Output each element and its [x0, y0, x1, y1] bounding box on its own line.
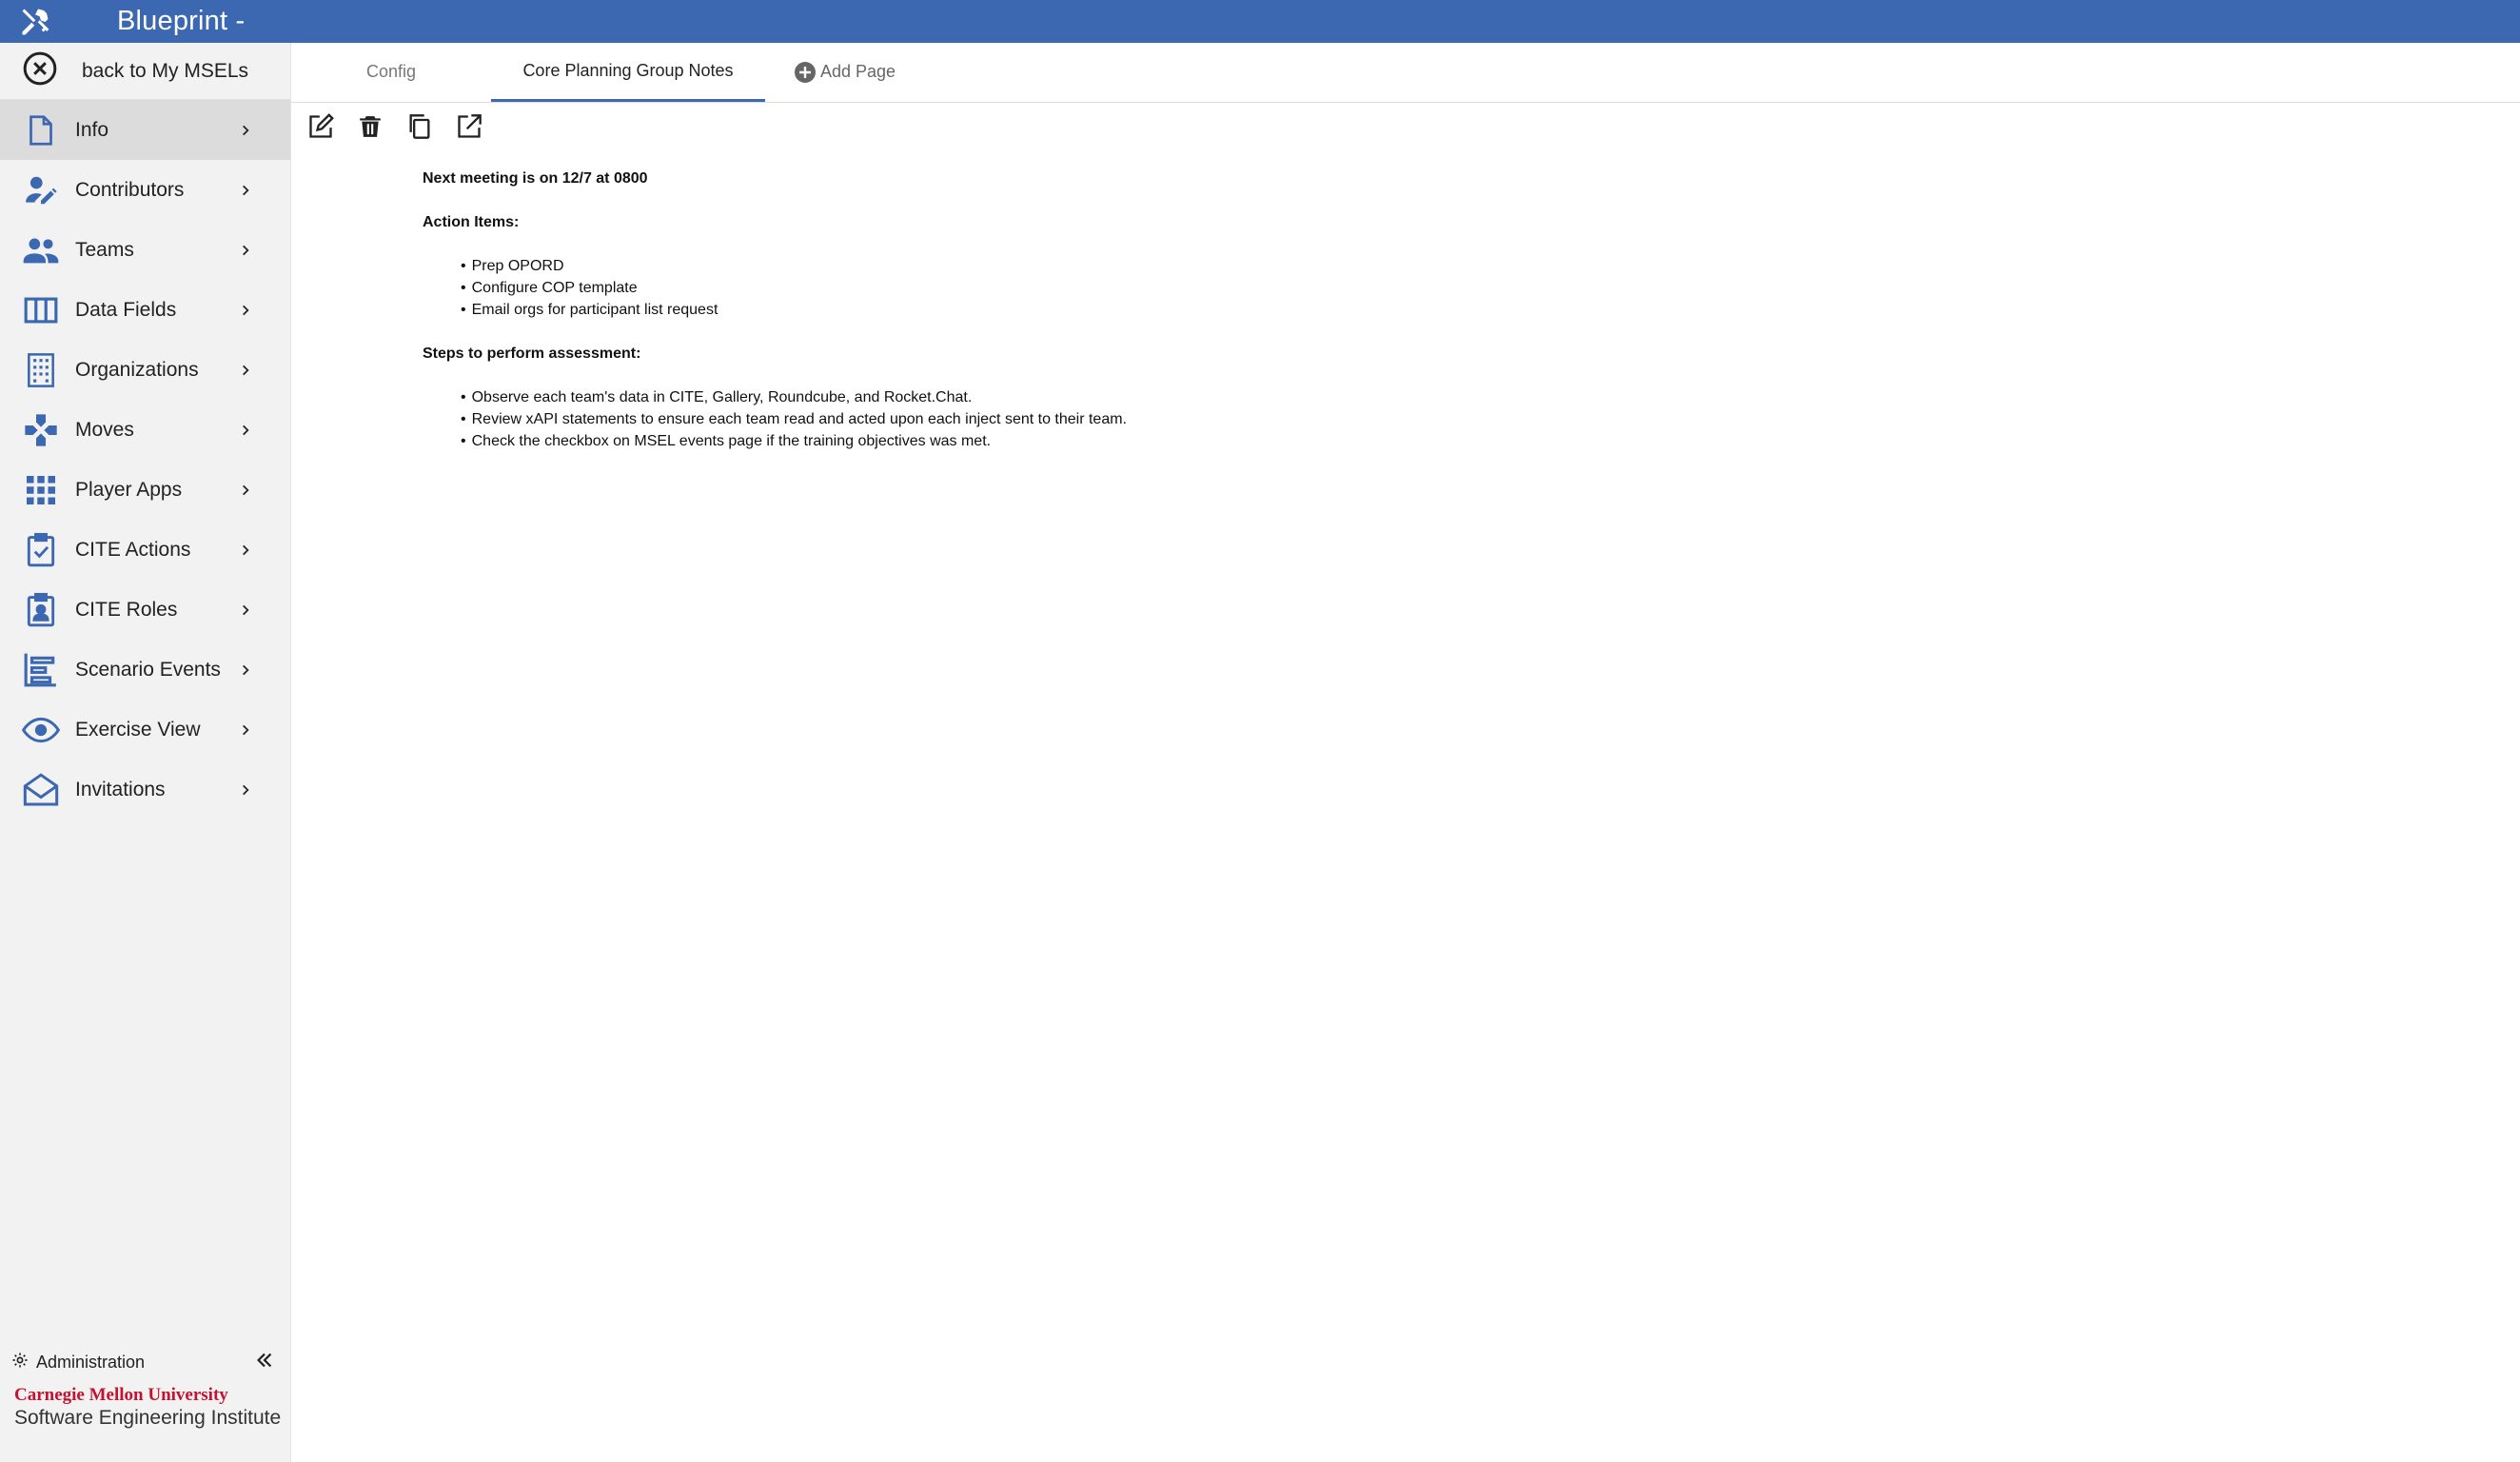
sidebar-item-teams[interactable]: Teams: [0, 220, 290, 280]
delete-button[interactable]: [354, 112, 386, 145]
steps-heading: Steps to perform assessment:: [423, 346, 641, 362]
sidebar-item-label: Player Apps: [75, 478, 183, 501]
sidebar: back to My MSELs Info Contributors Teams…: [0, 43, 291, 1462]
cmu-logo-line1: Carnegie Mellon University: [14, 1385, 228, 1405]
chevron-right-icon: [236, 361, 255, 380]
sidebar-item-cite-roles[interactable]: CITE Roles: [0, 580, 290, 640]
page-tabs: Config Core Planning Group Notes Add Pag…: [291, 43, 2520, 103]
timeline-icon: [22, 651, 60, 689]
cmu-sei-logo: Carnegie Mellon University Software Engi…: [14, 1385, 291, 1430]
eye-icon: [22, 711, 60, 749]
tab-config[interactable]: Config: [291, 42, 491, 102]
administration-label: Administration: [36, 1352, 146, 1372]
meeting-note: Next meeting is on 12/7 at 0800: [423, 170, 648, 187]
sidebar-item-exercise-view[interactable]: Exercise View: [0, 700, 290, 760]
sidebar-item-label: Data Fields: [75, 298, 177, 321]
add-circle-icon: [794, 61, 817, 84]
chevron-right-icon: [236, 421, 255, 440]
page-toolbar: [305, 112, 502, 145]
page-content: Next meeting is on 12/7 at 0800 Action I…: [423, 168, 1850, 474]
sidebar-item-label: Organizations: [75, 358, 199, 381]
app-title: Blueprint -: [117, 6, 246, 36]
apps-grid-icon: [22, 471, 60, 509]
sidebar-item-label: Invitations: [75, 778, 166, 800]
chevron-right-icon: [236, 481, 255, 500]
list-item: Email orgs for participant list request: [461, 299, 1850, 321]
sidebar-item-label: Moves: [75, 418, 134, 441]
sidebar-item-label: CITE Roles: [75, 598, 178, 621]
list-item: Review xAPI statements to ensure each te…: [461, 408, 1850, 430]
edit-icon: [307, 112, 334, 145]
blueprint-logo-icon: [18, 3, 56, 41]
gear-icon: [11, 1352, 29, 1373]
list-item: Prep OPORD: [461, 255, 1850, 277]
chevron-right-icon: [236, 121, 255, 140]
administration-link[interactable]: Administration: [0, 1347, 291, 1377]
back-to-msels-button[interactable]: back to My MSELs: [0, 43, 290, 100]
copy-icon: [406, 113, 433, 145]
building-icon: [22, 351, 60, 389]
list-item: Observe each team's data in CITE, Galler…: [461, 386, 1850, 408]
add-page-label: Add Page: [820, 62, 896, 81]
sidebar-item-label: Scenario Events: [75, 658, 221, 681]
open-in-new-button[interactable]: [453, 112, 485, 145]
people-icon: [22, 231, 60, 269]
chevron-right-icon: [236, 301, 255, 320]
open-in-new-icon: [456, 113, 482, 145]
badge-icon: [22, 591, 60, 629]
sidebar-item-info[interactable]: Info: [0, 100, 290, 160]
tab-core-planning-group-notes[interactable]: Core Planning Group Notes: [491, 42, 765, 102]
cmu-logo-line2: Software Engineering Institute: [14, 1407, 282, 1429]
trash-icon: [358, 114, 383, 144]
action-items-heading: Action Items:: [423, 214, 520, 230]
gamepad-icon: [22, 411, 60, 449]
chevron-right-icon: [236, 241, 255, 260]
sidebar-item-label: Teams: [75, 238, 134, 261]
envelope-open-icon: [22, 771, 60, 809]
sidebar-item-label: Contributors: [75, 178, 185, 201]
list-item: Configure COP template: [461, 277, 1850, 299]
list-item: Check the checkbox on MSEL events page i…: [461, 430, 1850, 452]
chevron-right-icon: [236, 721, 255, 740]
sidebar-item-invitations[interactable]: Invitations: [0, 760, 290, 820]
copy-button[interactable]: [404, 112, 436, 145]
sidebar-item-label: Info: [75, 118, 109, 141]
sidebar-footer: Administration Carnegie Mellon Universit…: [0, 1347, 291, 1430]
close-circle-icon: [21, 49, 59, 92]
action-items-list: Prep OPORD Configure COP template Email …: [461, 255, 1850, 321]
clipboard-check-icon: [22, 531, 60, 569]
edit-button[interactable]: [305, 112, 337, 145]
sidebar-item-player-apps[interactable]: Player Apps: [0, 460, 290, 520]
sidebar-item-scenario-events[interactable]: Scenario Events: [0, 640, 290, 700]
sidebar-item-label: Exercise View: [75, 718, 201, 741]
chevron-right-icon: [236, 181, 255, 200]
file-icon: [22, 111, 60, 149]
back-label: back to My MSELs: [82, 59, 249, 82]
double-chevron-left-icon: [254, 1350, 275, 1375]
chevron-right-icon: [236, 541, 255, 560]
add-page-button[interactable]: Add Page: [794, 42, 896, 102]
sidebar-item-cite-actions[interactable]: CITE Actions: [0, 520, 290, 580]
person-edit-icon: [22, 171, 60, 209]
sidebar-item-data-fields[interactable]: Data Fields: [0, 280, 290, 340]
sidebar-item-organizations[interactable]: Organizations: [0, 340, 290, 400]
chevron-right-icon: [236, 661, 255, 680]
sidebar-item-contributors[interactable]: Contributors: [0, 160, 290, 220]
columns-icon: [22, 291, 60, 329]
app-header: Blueprint -: [0, 0, 2520, 43]
steps-list: Observe each team's data in CITE, Galler…: [461, 386, 1850, 452]
sidebar-item-label: CITE Actions: [75, 538, 191, 561]
collapse-sidebar-button[interactable]: [253, 1351, 276, 1373]
sidebar-item-moves[interactable]: Moves: [0, 400, 290, 460]
chevron-right-icon: [236, 780, 255, 800]
chevron-right-icon: [236, 601, 255, 620]
